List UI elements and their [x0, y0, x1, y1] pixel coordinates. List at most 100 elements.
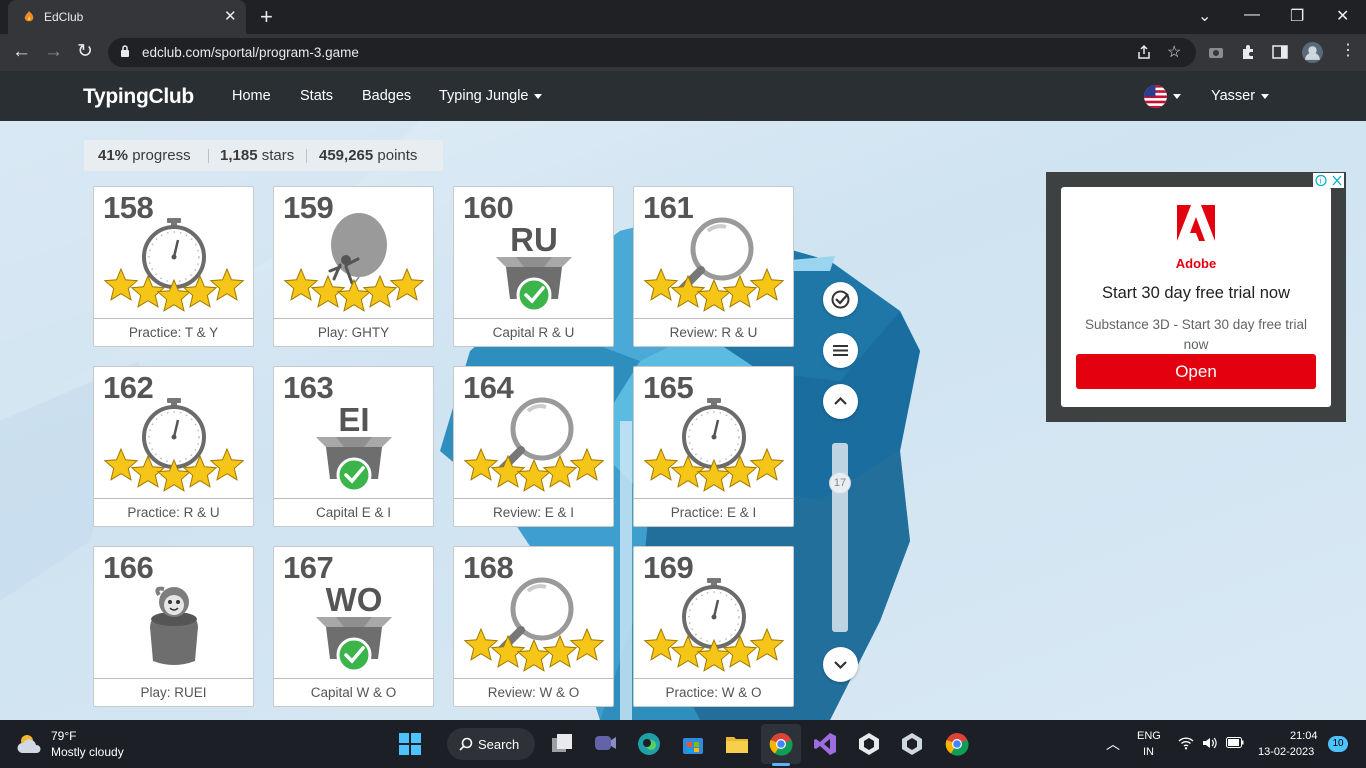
nav-badges[interactable]: Badges: [362, 88, 411, 104]
lesson-card[interactable]: 158 Practice: T & Y: [93, 186, 254, 347]
svg-text:EI: EI: [338, 401, 369, 438]
chrome-profile-icon[interactable]: [945, 732, 969, 756]
address-bar[interactable]: edclub.com/sportal/program-3.game ☆: [108, 38, 1196, 67]
star-icon: [749, 267, 785, 301]
star-icon: [209, 447, 245, 481]
teams-chat-icon[interactable]: [593, 732, 617, 756]
scroll-up-button[interactable]: [823, 384, 858, 419]
notification-badge[interactable]: 10: [1328, 736, 1348, 752]
profile-avatar[interactable]: [1302, 42, 1323, 63]
back-icon[interactable]: ←: [12, 42, 31, 61]
star-icon: [569, 447, 605, 481]
ad-card[interactable]: Adobe Start 30 day free trial now Substa…: [1061, 187, 1331, 407]
lesson-card[interactable]: 169 Practice: W & O: [633, 546, 794, 707]
lesson-card[interactable]: 159 Play: GHTY: [273, 186, 434, 347]
file-explorer-icon[interactable]: [725, 732, 749, 756]
language-region[interactable]: IN: [1143, 746, 1154, 758]
wifi-icon[interactable]: [1178, 736, 1194, 750]
lesson-label: Capital E & I: [274, 498, 433, 527]
lesson-card[interactable]: 161 Review: R & U: [633, 186, 794, 347]
user-menu[interactable]: Yasser: [1211, 88, 1270, 104]
lesson-number: 168: [463, 550, 514, 585]
browser-tab[interactable]: EdClub ✕: [8, 0, 246, 34]
language-code[interactable]: ENG: [1137, 730, 1161, 742]
nav-stats[interactable]: Stats: [300, 88, 333, 104]
visual-studio-icon[interactable]: [813, 732, 837, 756]
lesson-number: 158: [103, 190, 154, 225]
close-tab-icon[interactable]: ✕: [224, 7, 237, 25]
tab-title: EdClub: [44, 10, 84, 24]
ad-headline: Start 30 day free trial now: [1101, 284, 1290, 302]
lesson-number: 165: [643, 370, 694, 405]
extensions-icon[interactable]: [1240, 44, 1256, 60]
screenshot-icon[interactable]: [1208, 44, 1224, 60]
lesson-card[interactable]: 164 Review: E & I: [453, 366, 614, 527]
nav-typing-jungle-label: Typing Jungle: [439, 88, 529, 104]
volume-icon[interactable]: [1202, 736, 1218, 750]
star-icon: [643, 627, 679, 661]
tab-search-icon[interactable]: ⌄: [1198, 6, 1211, 26]
nav-typing-jungle[interactable]: Typing Jungle: [439, 88, 543, 104]
chevron-up-icon: [834, 396, 847, 405]
weather-text: Mostly cloudy: [51, 745, 124, 759]
progress-percent-label: progress: [132, 147, 191, 164]
lesson-card[interactable]: 162 Practice: R & U: [93, 366, 254, 527]
restore-icon[interactable]: ❐: [1290, 6, 1304, 26]
lesson-number: 162: [103, 370, 154, 405]
lesson-label: Practice: W & O: [634, 678, 793, 707]
close-window-icon[interactable]: ✕: [1336, 6, 1349, 26]
lesson-card[interactable]: RU 160 Capital R & U: [453, 186, 614, 347]
typingclub-logo[interactable]: TypingClub: [83, 85, 194, 109]
star-icon: [463, 627, 499, 661]
share-icon[interactable]: [1136, 44, 1152, 60]
lesson-card[interactable]: EI 163 Capital E & I: [273, 366, 434, 527]
ad-info-close[interactable]: i: [1313, 173, 1344, 188]
lesson-card[interactable]: 168 Review: W & O: [453, 546, 614, 707]
goto-current-button[interactable]: [823, 282, 858, 317]
unity-icon[interactable]: [857, 732, 881, 756]
lesson-card[interactable]: WO 167 Capital W & O: [273, 546, 434, 707]
site-header: TypingClub Home Stats Badges Typing Jung…: [0, 71, 1366, 121]
taskbar-search[interactable]: Search: [447, 728, 535, 760]
svg-text:WO: WO: [326, 581, 383, 618]
star-icon: [749, 627, 785, 661]
kebab-menu-icon[interactable]: ⋮: [1340, 41, 1356, 60]
language-selector[interactable]: [1144, 85, 1181, 108]
forward-icon[interactable]: →: [44, 42, 63, 61]
new-tab-icon[interactable]: +: [260, 4, 273, 30]
battery-icon[interactable]: [1226, 737, 1244, 748]
microsoft-store-icon[interactable]: [681, 732, 705, 756]
stars-total: 1,185 stars: [220, 147, 294, 164]
advertisement[interactable]: i Adobe Start 30 day free trial now Subs…: [1046, 172, 1346, 422]
divider: [208, 149, 209, 163]
tray-overflow-icon[interactable]: ︿: [1106, 734, 1120, 754]
bookmark-star-icon[interactable]: ☆: [1167, 42, 1181, 62]
lesson-card[interactable]: 165 Practice: E & I: [633, 366, 794, 527]
target-check-icon: [831, 290, 850, 309]
clock-date[interactable]: 13-02-2023: [1258, 746, 1314, 758]
scroll-down-button[interactable]: [823, 647, 858, 682]
divider: [306, 149, 307, 163]
scroll-thumb[interactable]: 17: [829, 472, 851, 494]
minimize-icon[interactable]: —: [1244, 6, 1260, 24]
lesson-map: 41% progress 1,185 stars 459,265 points …: [0, 121, 1366, 720]
unity-hub-icon[interactable]: [900, 732, 924, 756]
chevron-down-icon: [1173, 94, 1181, 99]
edge-browser-icon[interactable]: [637, 732, 661, 756]
reload-icon[interactable]: ↻: [77, 42, 93, 61]
windows-start-icon[interactable]: [398, 732, 422, 756]
lesson-label: Practice: T & Y: [94, 318, 253, 347]
lesson-number: 166: [103, 550, 154, 585]
lesson-number: 169: [643, 550, 694, 585]
clock-time[interactable]: 21:04: [1290, 730, 1318, 742]
stars-total-label: stars: [261, 147, 295, 164]
task-view-icon[interactable]: [550, 732, 574, 756]
lesson-card[interactable]: 166 Play: RUEI: [93, 546, 254, 707]
nav-home[interactable]: Home: [232, 88, 271, 104]
chrome-icon[interactable]: [769, 732, 793, 756]
ad-open-button[interactable]: Open: [1076, 354, 1316, 389]
ad-brand: Adobe: [1175, 256, 1217, 271]
menu-list-button[interactable]: [823, 333, 858, 368]
side-panel-icon[interactable]: [1272, 44, 1288, 60]
weather-cloud-sun-icon[interactable]: [16, 732, 46, 756]
